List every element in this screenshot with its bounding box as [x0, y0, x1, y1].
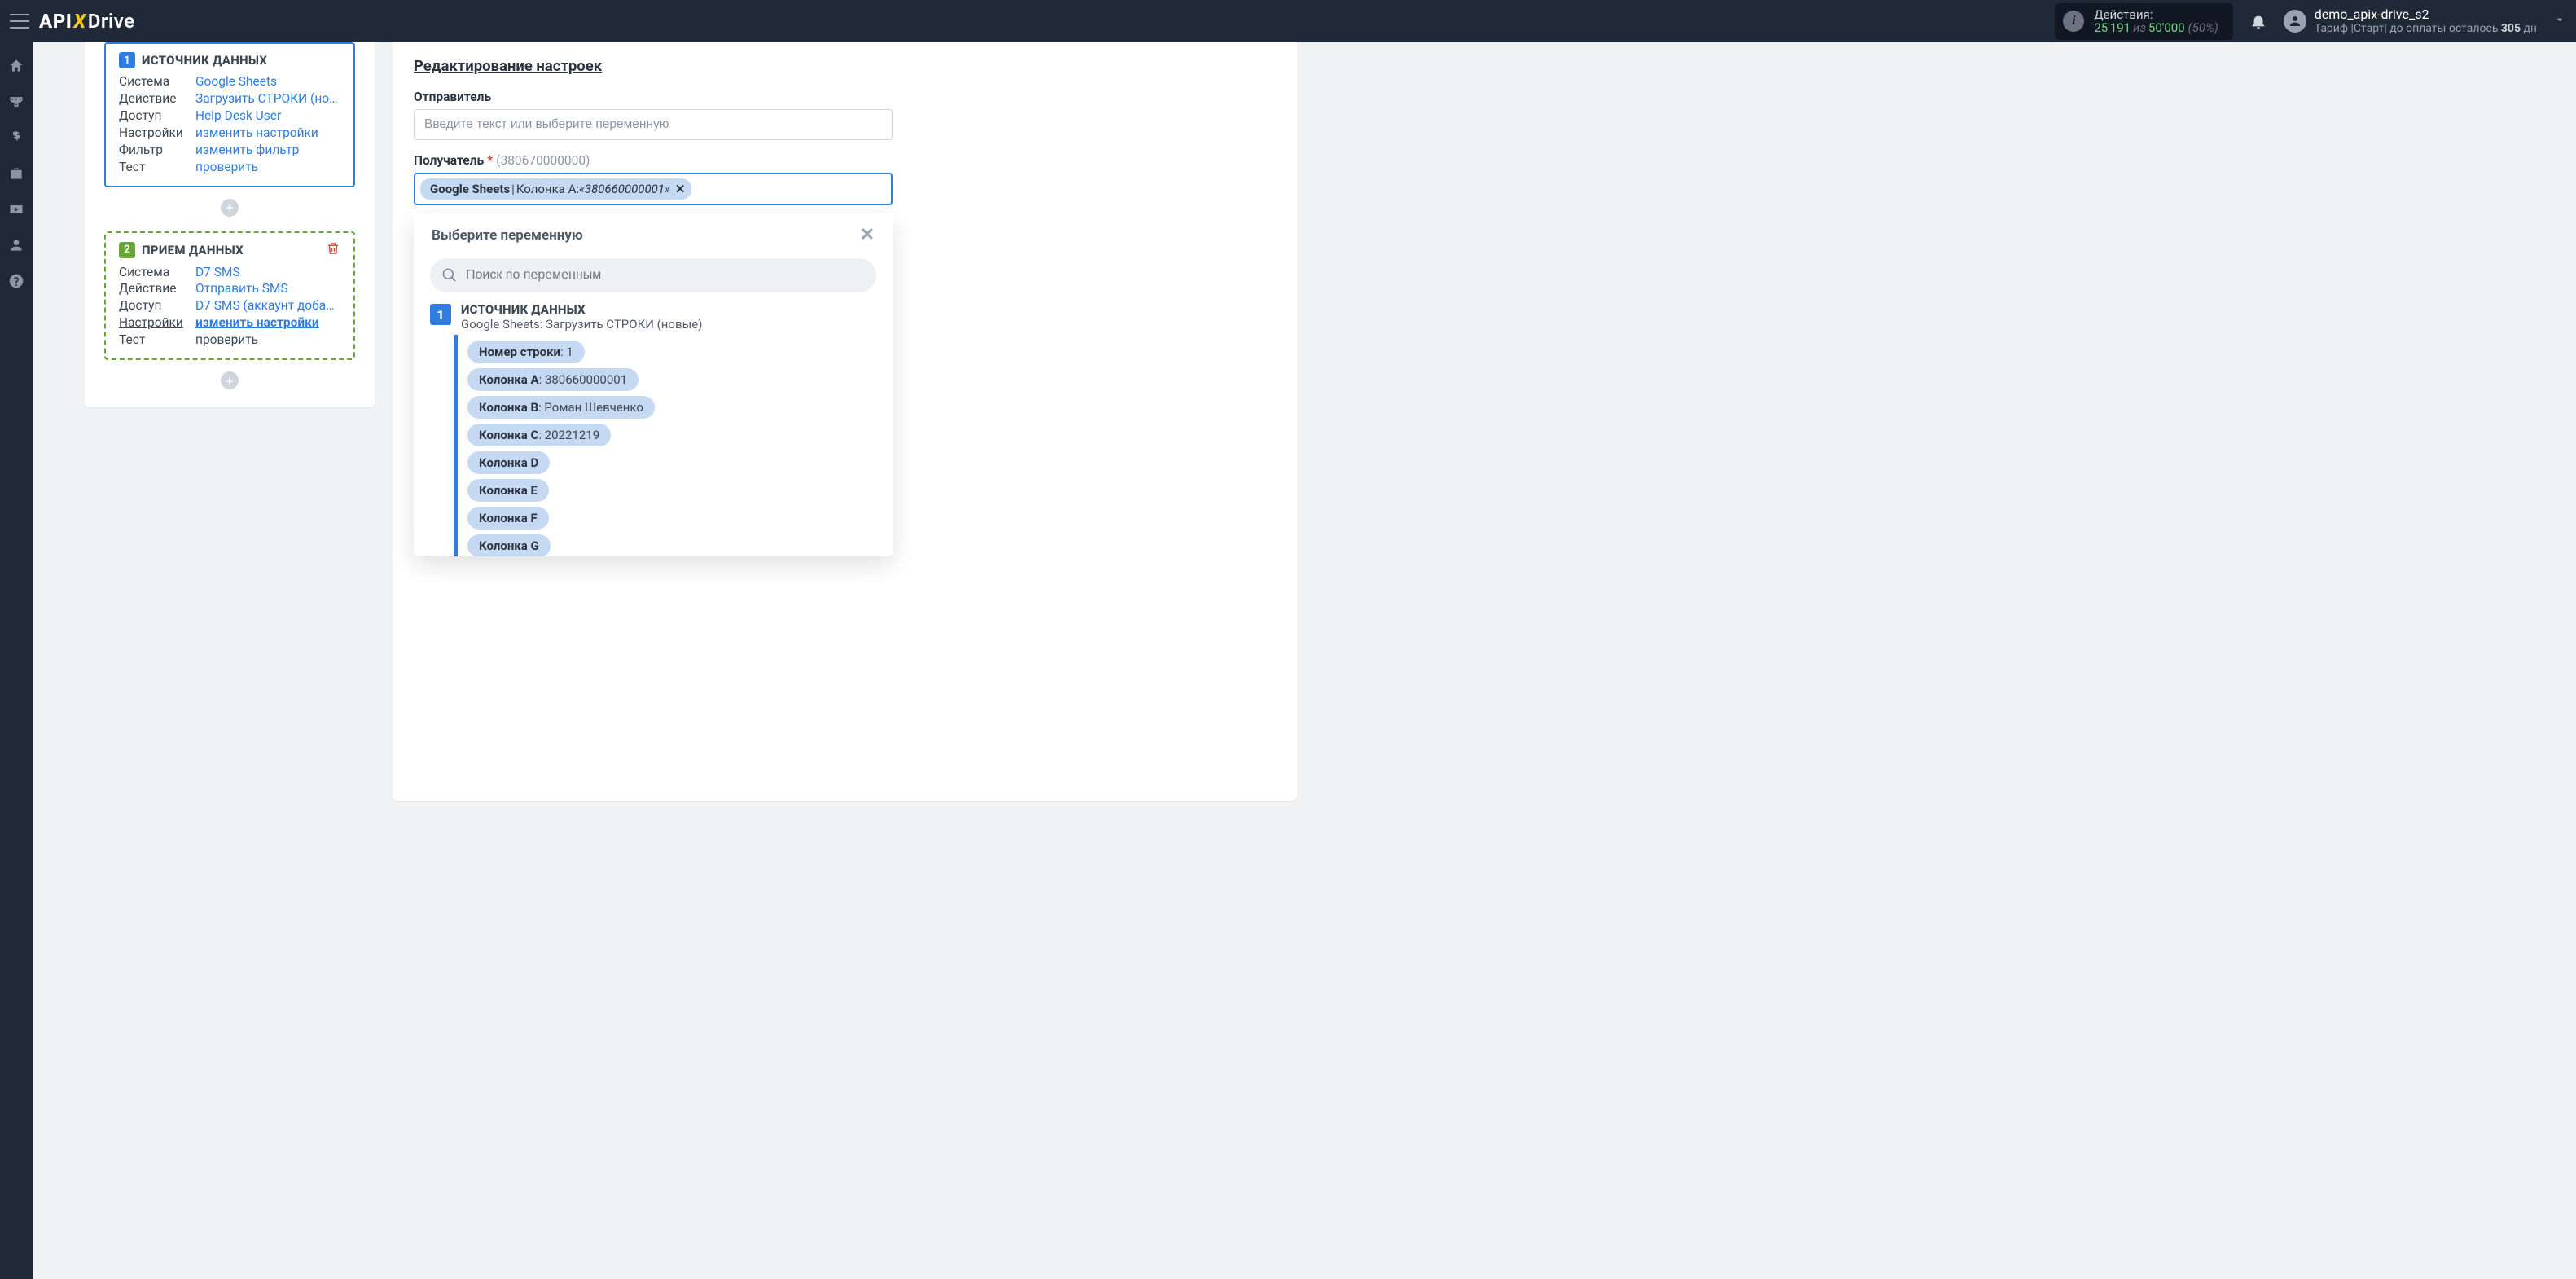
logo-api: API	[39, 10, 72, 33]
dest-row: Тест проверить	[119, 332, 340, 349]
home-icon[interactable]	[7, 57, 25, 75]
step-source-title: ИСТОЧНИК ДАННЫХ	[142, 53, 267, 68]
step-dest-number: 2	[119, 242, 135, 258]
source-row-value[interactable]: Google Sheets	[195, 73, 340, 90]
step-source-card[interactable]: 1 ИСТОЧНИК ДАННЫХ СистемаGoogle SheetsДе…	[104, 42, 355, 187]
actions-numbers: 25'191из50'000(50%)	[2094, 21, 2218, 35]
help-icon[interactable]	[7, 272, 25, 290]
source-row: Настройки изменить настройки	[119, 125, 340, 142]
source-row-value[interactable]: Help Desk User	[195, 108, 340, 125]
recipient-tag[interactable]: Google Sheets | Колонка A: «380660000001…	[420, 178, 691, 200]
steps-panel: 1 ИСТОЧНИК ДАННЫХ СистемаGoogle SheetsДе…	[85, 42, 375, 407]
info-icon: i	[2063, 11, 2084, 32]
recipient-label: Получатель*(380670000000)	[414, 153, 893, 168]
variable-picker: Выберите переменную ✕ 1 ИСТОЧНИК ДАННЫХ …	[414, 213, 893, 556]
dest-row: Настройки изменить настройки	[119, 314, 340, 332]
source-row: Фильтр изменить фильтр	[119, 142, 340, 159]
recipient-input[interactable]: Google Sheets | Колонка A: «380660000001…	[414, 173, 893, 205]
topbar: APIXDrive i Действия: 25'191из50'000(50%…	[0, 0, 2576, 42]
logo-x: X	[72, 10, 87, 33]
source-row-key: Действие	[119, 90, 186, 108]
billing-icon[interactable]	[7, 129, 25, 147]
remove-tag-icon[interactable]: ✕	[675, 182, 686, 196]
variable-chip[interactable]: Колонка G	[467, 534, 551, 556]
step-dest-card[interactable]: 2 ПРИЕМ ДАННЫХ Система D7 SMS Действие Отпр…	[104, 231, 355, 361]
step-dest-title: ПРИЕМ ДАННЫХ	[142, 243, 244, 257]
dest-row-key: Настройки	[119, 314, 186, 332]
add-step-button[interactable]: +	[221, 199, 239, 217]
profile-icon[interactable]	[7, 236, 25, 254]
source-row: Система Google Sheets	[119, 73, 340, 90]
dest-row-key: Система	[119, 264, 186, 281]
source-row-value[interactable]: проверить	[195, 159, 340, 176]
actions-label: Действия:	[2094, 8, 2218, 22]
editor-panel: Редактирование настроек Отправитель Полу…	[393, 42, 1297, 801]
logo-drive: Drive	[88, 10, 135, 33]
picker-search-input[interactable]	[466, 268, 865, 283]
variable-chip[interactable]: Колонка C: 20221219	[467, 424, 611, 446]
picker-group-number: 1	[430, 304, 451, 325]
variable-chip[interactable]: Колонка A: 380660000001	[467, 368, 639, 391]
source-row-key: Система	[119, 73, 186, 90]
briefcase-icon[interactable]	[7, 165, 25, 182]
source-row-key: Тест	[119, 159, 186, 176]
picker-search[interactable]	[430, 258, 876, 292]
source-row-key: Настройки	[119, 125, 186, 142]
dest-row-key: Тест	[119, 332, 186, 349]
dest-row-value[interactable]: D7 SMS	[195, 264, 340, 281]
user-name: demo_apix-drive_s2	[2315, 7, 2537, 22]
source-row-value[interactable]: изменить настройки	[195, 125, 340, 142]
search-icon	[441, 267, 458, 283]
source-row-value[interactable]: изменить фильтр	[195, 142, 340, 159]
dest-row-key: Доступ	[119, 297, 186, 314]
user-tariff: Тариф |Старт| до оплаты осталось 305 дн	[2315, 22, 2537, 35]
close-icon[interactable]: ✕	[860, 225, 875, 245]
sender-label: Отправитель	[414, 90, 893, 104]
bell-icon[interactable]	[2249, 12, 2267, 30]
add-step-button-2[interactable]: +	[221, 371, 239, 389]
menu-toggle[interactable]	[10, 14, 29, 29]
avatar-icon	[2284, 10, 2306, 33]
actions-counter[interactable]: i Действия: 25'191из50'000(50%)	[2055, 3, 2232, 40]
left-rail	[0, 42, 33, 1279]
video-icon[interactable]	[7, 200, 25, 218]
variable-chip[interactable]: Колонка F	[467, 507, 549, 530]
user-menu[interactable]: demo_apix-drive_s2 Тариф |Старт| до опла…	[2284, 7, 2537, 35]
picker-group-title: ИСТОЧНИК ДАННЫХ	[461, 302, 702, 317]
editor-title: Редактирование настроек	[414, 57, 893, 75]
dest-row-value[interactable]: D7 SMS (аккаунт добавлен 1	[195, 297, 340, 314]
logo[interactable]: APIXDrive	[39, 10, 135, 33]
source-row-value[interactable]: Загрузить СТРОКИ (новые)	[195, 90, 340, 108]
connections-icon[interactable]	[7, 93, 25, 111]
dest-row-value[interactable]: Отправить SMS	[195, 280, 340, 297]
dest-row-value: проверить	[195, 332, 340, 349]
dest-row: Действие Отправить SMS	[119, 280, 340, 297]
variable-chip[interactable]: Колонка D	[467, 451, 550, 474]
step-source-number: 1	[119, 52, 135, 68]
dest-row-key: Действие	[119, 280, 186, 297]
trash-icon[interactable]	[326, 241, 340, 259]
source-row-key: Фильтр	[119, 142, 186, 159]
source-row: Действие Загрузить СТРОКИ (новые)	[119, 90, 340, 108]
dest-row-value[interactable]: изменить настройки	[195, 314, 340, 332]
source-row-key: Доступ	[119, 108, 186, 125]
sender-input[interactable]	[414, 109, 893, 140]
dest-row: Система D7 SMS	[119, 264, 340, 281]
dest-row: Доступ D7 SMS (аккаунт добавлен 1	[119, 297, 340, 314]
variable-chip[interactable]: Колонка E	[467, 479, 549, 502]
variable-chip[interactable]: Номер строки: 1	[467, 341, 585, 363]
chevron-down-icon[interactable]	[2553, 13, 2566, 29]
variable-chip[interactable]: Колонка B: Роман Шевченко	[467, 396, 655, 419]
source-row: Доступ Help Desk User	[119, 108, 340, 125]
source-row: Тест проверить	[119, 159, 340, 176]
picker-group-subtitle: Google Sheets: Загрузить СТРОКИ (новые)	[461, 317, 702, 332]
variable-list[interactable]: Номер строки: 1 Колонка A: 380660000001 Ко…	[454, 335, 876, 556]
picker-title: Выберите переменную	[432, 227, 583, 244]
